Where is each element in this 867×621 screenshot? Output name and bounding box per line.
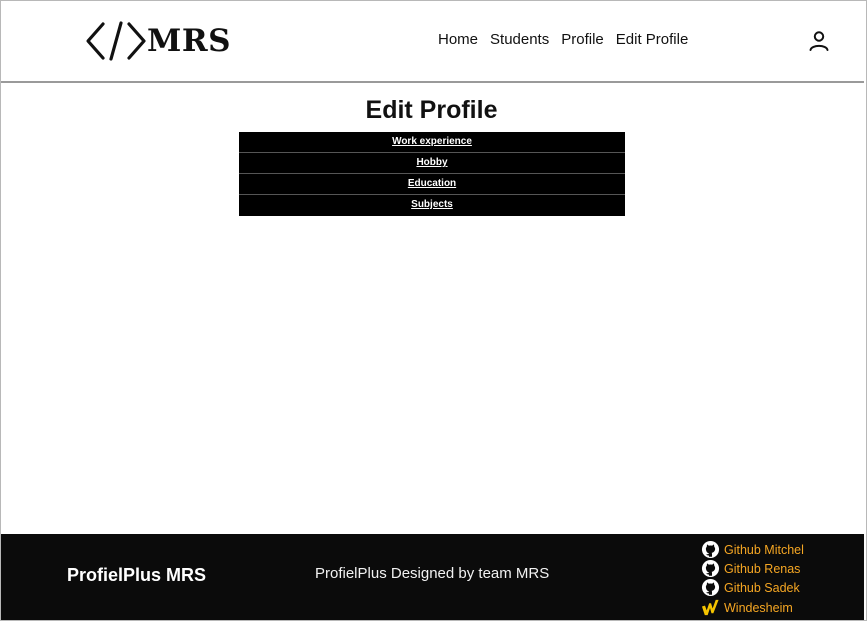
nav-profile[interactable]: Profile (561, 31, 604, 49)
logo-text: MRS (147, 23, 231, 59)
site-footer: ProfielPlus MRS ProfielPlus Designed by … (1, 534, 864, 620)
nav-students[interactable]: Students (490, 31, 549, 49)
nav-home[interactable]: Home (438, 31, 478, 49)
page-title: Edit Profile (365, 96, 498, 124)
footer-link-item: Github Renas (701, 559, 804, 578)
footer-credit: ProfielPlus Designed by team MRS (315, 565, 550, 582)
menu-item-education[interactable]: Education (239, 174, 625, 195)
github-icon (701, 540, 720, 559)
site-header: MRS Home Students Profile Edit Profile (1, 1, 864, 83)
main-nav: Home Students Profile Edit Profile (438, 31, 688, 49)
footer-link-item: Github Sadek (701, 578, 804, 597)
github-icon (701, 559, 720, 578)
menu-item-hobby[interactable]: Hobby (239, 153, 625, 174)
windesheim-icon (701, 599, 719, 616)
site-logo[interactable]: MRS (85, 21, 231, 61)
menu-item-work-experience[interactable]: Work experience (239, 132, 625, 153)
nav-edit-profile[interactable]: Edit Profile (616, 31, 689, 49)
page-frame (0, 0, 867, 621)
github-mitchel-link[interactable]: Github Mitchel (724, 543, 804, 557)
footer-link-item: Github Mitchel (701, 540, 804, 559)
github-sadek-link[interactable]: Github Sadek (724, 581, 800, 595)
user-icon[interactable] (807, 29, 831, 53)
menu-item-subjects[interactable]: Subjects (239, 195, 625, 216)
windesheim-link[interactable]: Windesheim (724, 601, 793, 615)
footer-brand: ProfielPlus MRS (67, 565, 207, 585)
footer-links: Github Mitchel Github Renas Github Sadek… (701, 540, 804, 617)
github-renas-link[interactable]: Github Renas (724, 562, 800, 576)
edit-profile-menu: Work experience Hobby Education Subjects (239, 132, 625, 216)
code-brackets-icon (86, 21, 146, 61)
footer-link-item: Windesheim (701, 598, 804, 617)
github-icon (701, 578, 720, 597)
